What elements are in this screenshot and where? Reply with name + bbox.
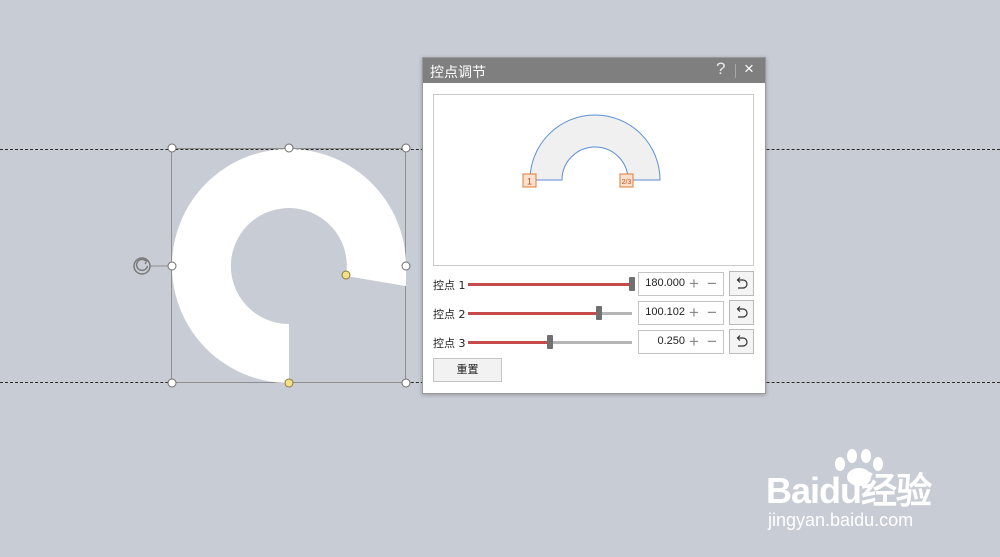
minus-icon[interactable]: − [707, 303, 717, 323]
undo-button[interactable] [729, 271, 754, 296]
plus-icon[interactable]: + [689, 274, 699, 294]
slider-thumb[interactable] [629, 277, 635, 291]
adjust-handle-bottom[interactable] [284, 378, 294, 388]
resize-handle-bottom-left[interactable] [167, 378, 177, 388]
help-icon[interactable]: ? [716, 59, 725, 79]
svg-text:2/3: 2/3 [622, 179, 632, 186]
adjust-value[interactable]: 0.250 [639, 335, 685, 347]
minus-icon[interactable]: − [707, 274, 717, 294]
adjust-dialog: 控点调节 ? × 1 2/3 控点 1 180.000 + − 控点 2 100… [422, 57, 766, 394]
adjust-value-field[interactable]: 100.102 + − [638, 301, 724, 325]
slider-fill [468, 312, 600, 315]
block-arc-shape[interactable] [172, 149, 406, 383]
resize-handle-top-right[interactable] [401, 143, 411, 153]
adjust-row-1: 控点 1 180.000 + − [433, 271, 755, 296]
adjust-slider[interactable] [468, 306, 632, 320]
adjust-value-field[interactable]: 180.000 + − [638, 272, 724, 296]
shape-preview: 1 2/3 [433, 94, 754, 266]
reset-button[interactable]: 重置 [433, 358, 502, 382]
watermark-url: jingyan.baidu.com [768, 510, 914, 530]
adjust-slider[interactable] [468, 277, 635, 291]
preview-handle-1: 1 [522, 173, 537, 188]
preview-handle-2-3: 2/3 [619, 173, 634, 188]
adjust-value[interactable]: 180.000 [639, 277, 685, 289]
titlebar-separator [735, 64, 736, 78]
preview-diagram: 1 2/3 [522, 114, 661, 188]
svg-text:1: 1 [527, 177, 532, 187]
resize-handle-top-left[interactable] [167, 143, 177, 153]
undo-button[interactable] [729, 300, 754, 325]
slider-fill [468, 283, 632, 286]
adjust-row-3: 控点 3 0.250 + − [433, 329, 755, 354]
plus-icon[interactable]: + [689, 303, 699, 323]
dialog-titlebar[interactable]: 控点调节 ? × [423, 58, 765, 83]
undo-button[interactable] [729, 329, 754, 354]
undo-icon [736, 277, 748, 289]
adjust-row-2: 控点 2 100.102 + − [433, 300, 755, 325]
resize-handle-left[interactable] [167, 261, 177, 271]
preview-arc [529, 114, 661, 181]
adjust-slider[interactable] [468, 335, 632, 349]
adjust-value-field[interactable]: 0.250 + − [638, 330, 724, 354]
watermark: Baidu经验 jingyan.baidu.com [766, 448, 996, 538]
undo-icon [736, 335, 748, 347]
resize-handle-right[interactable] [401, 261, 411, 271]
close-icon[interactable]: × [744, 59, 754, 79]
rotate-handle-icon[interactable] [133, 257, 151, 275]
undo-icon [736, 306, 748, 318]
adjust-label: 控点 3 [433, 337, 466, 350]
plus-icon[interactable]: + [689, 332, 699, 352]
resize-handle-top[interactable] [284, 143, 294, 153]
resize-handle-bottom-right[interactable] [401, 378, 411, 388]
minus-icon[interactable]: − [707, 332, 717, 352]
slider-thumb[interactable] [596, 306, 603, 320]
dialog-title: 控点调节 [430, 65, 486, 81]
adjust-handle-inner[interactable] [341, 270, 351, 280]
adjust-value[interactable]: 100.102 [639, 306, 685, 318]
adjust-label: 控点 1 [433, 279, 466, 292]
adjust-label: 控点 2 [433, 308, 466, 321]
slider-fill [468, 341, 550, 344]
slider-thumb[interactable] [547, 335, 553, 349]
watermark-brand: Baidu经验 [766, 470, 932, 511]
